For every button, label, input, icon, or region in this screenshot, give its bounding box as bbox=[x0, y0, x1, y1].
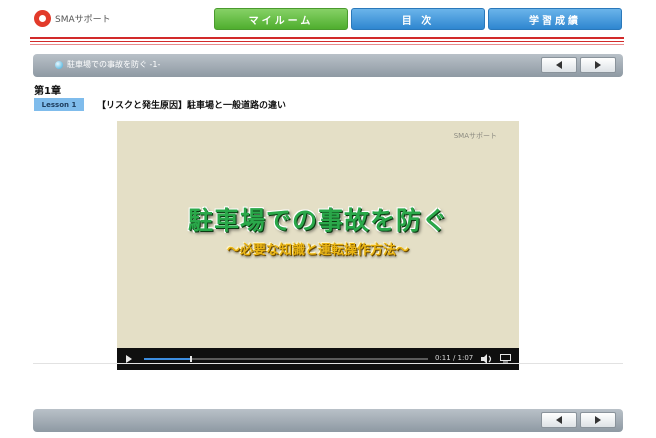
sma-logo[interactable]: SMAサポート bbox=[34, 8, 111, 28]
arrow-left-icon bbox=[556, 416, 562, 424]
video-time: 0:11 / 1:07 bbox=[435, 354, 474, 362]
arrow-left-icon bbox=[556, 61, 562, 69]
video-watermark: SMAサポート bbox=[453, 132, 497, 140]
video-controls: 0:11 / 1:07 bbox=[117, 348, 519, 370]
header-rule-light bbox=[30, 44, 624, 45]
prev-page-button-bottom[interactable] bbox=[541, 412, 577, 428]
arrow-right-icon bbox=[595, 416, 601, 424]
lesson-title-bar: 駐車場での事故を防ぐ -1- bbox=[33, 54, 623, 77]
bottom-nav-bar bbox=[33, 409, 623, 432]
header-rule bbox=[30, 37, 624, 39]
lesson-badge: Lesson 1 bbox=[34, 98, 84, 111]
chapter-label: 第1章 bbox=[34, 86, 61, 97]
video-screen[interactable]: SMAサポート 駐車場での事故を防ぐ ～必要な知識と運転操作方法～ bbox=[117, 121, 519, 348]
video-seek-bar[interactable] bbox=[144, 356, 428, 362]
logo-text: SMAサポート bbox=[55, 14, 111, 25]
content-divider bbox=[33, 363, 623, 364]
sma-circle-logo-icon bbox=[34, 9, 51, 27]
screen-icon[interactable] bbox=[500, 354, 511, 363]
video-subheading: ～必要な知識と運転操作方法～ bbox=[226, 243, 409, 258]
page-title: 駐車場での事故を防ぐ -1- bbox=[67, 60, 161, 69]
play-icon[interactable] bbox=[126, 355, 132, 363]
seek-played bbox=[144, 358, 191, 360]
header-rule-thin bbox=[30, 41, 624, 42]
next-page-button[interactable] bbox=[580, 57, 616, 73]
nav-mypage-button[interactable]: マイルーム bbox=[214, 8, 348, 30]
arrow-right-icon bbox=[595, 61, 601, 69]
seek-knob[interactable] bbox=[189, 356, 192, 362]
blue-dot-icon bbox=[55, 61, 63, 69]
video-heading: 駐車場での事故を防ぐ bbox=[187, 206, 448, 235]
nav-toc-button[interactable]: 目 次 bbox=[351, 8, 485, 30]
next-page-button-bottom[interactable] bbox=[580, 412, 616, 428]
prev-page-button[interactable] bbox=[541, 57, 577, 73]
video-player[interactable]: SMAサポート 駐車場での事故を防ぐ ～必要な知識と運転操作方法～ 0:11 /… bbox=[117, 121, 519, 370]
nav-results-button[interactable]: 学習成績 bbox=[488, 8, 622, 30]
lesson-title: 【リスクと発生原因】駐車場と一般道路の違い bbox=[97, 101, 287, 111]
